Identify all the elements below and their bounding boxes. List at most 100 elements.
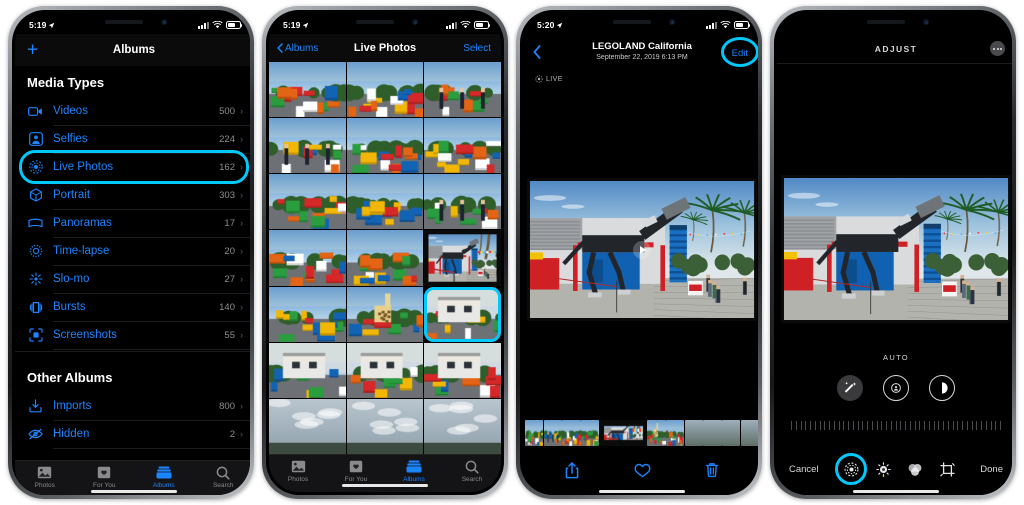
sidebar-item-screenshots[interactable]: Screenshots 55 › bbox=[15, 321, 250, 349]
live-photo-icon[interactable] bbox=[835, 453, 868, 485]
ruler-tick bbox=[862, 421, 864, 430]
photo-thumbnail[interactable] bbox=[346, 286, 424, 342]
ruler-tick bbox=[938, 421, 940, 430]
page-title: Albums bbox=[112, 44, 156, 56]
filmstrip-thumbnail[interactable] bbox=[647, 420, 666, 446]
chevron-right-icon: › bbox=[240, 429, 243, 439]
ruler-tick bbox=[791, 421, 792, 430]
sidebar-item-live-photos[interactable]: Live Photos 162 › bbox=[15, 150, 250, 184]
photo-thumbnail[interactable] bbox=[269, 230, 346, 286]
sidebar-item-label: Panoramas bbox=[53, 217, 112, 229]
tab-albums[interactable]: Albums bbox=[134, 465, 194, 489]
ruler-tick bbox=[914, 421, 916, 430]
sidebar-item-time-lapse[interactable]: Time-lapse 20 › bbox=[15, 237, 250, 265]
photo-thumbnail[interactable] bbox=[424, 398, 501, 454]
more-dots-icon[interactable] bbox=[990, 41, 1005, 56]
photo-thumbnail[interactable] bbox=[269, 398, 346, 454]
tab-photos[interactable]: Photos bbox=[15, 465, 75, 489]
sidebar-item-portrait[interactable]: Portrait 303 › bbox=[15, 181, 250, 209]
tab-search[interactable]: Search bbox=[194, 465, 251, 489]
crop-icon[interactable] bbox=[939, 461, 955, 477]
ruler-tick bbox=[805, 421, 807, 430]
photo-thumbnail[interactable] bbox=[424, 342, 501, 398]
sidebar-item-imports[interactable]: Imports 800 › bbox=[15, 392, 250, 420]
back-button[interactable] bbox=[533, 45, 541, 59]
photo-thumbnail[interactable] bbox=[269, 286, 346, 342]
ruler-tick bbox=[843, 421, 845, 430]
filmstrip-thumbnail[interactable] bbox=[599, 420, 647, 446]
filmstrip-thumbnail[interactable] bbox=[684, 420, 703, 446]
tab-for-you[interactable]: For You bbox=[327, 459, 385, 483]
photo-thumbnail[interactable] bbox=[269, 62, 346, 118]
tab-photos[interactable]: Photos bbox=[269, 459, 327, 483]
photo-thumbnail[interactable] bbox=[346, 174, 424, 230]
photo-thumbnail[interactable] bbox=[346, 230, 424, 286]
live-key-photo-icon[interactable] bbox=[883, 375, 909, 401]
selection-highlight-ring bbox=[720, 37, 758, 67]
filmstrip-thumbnail[interactable] bbox=[703, 420, 722, 446]
photo-thumbnail[interactable] bbox=[424, 62, 501, 118]
filmstrip-thumbnail[interactable] bbox=[740, 420, 758, 446]
wifi-icon bbox=[460, 21, 471, 29]
photo-thumbnail[interactable] bbox=[346, 62, 424, 118]
adjust-dial-icon[interactable] bbox=[875, 461, 891, 477]
sidebar-item-selfies[interactable]: Selfies 224 › bbox=[15, 125, 250, 153]
filmstrip-thumbnail[interactable] bbox=[722, 420, 741, 446]
filters-icon[interactable] bbox=[907, 461, 923, 477]
share-icon[interactable] bbox=[562, 460, 582, 480]
filmstrip-thumbnail[interactable] bbox=[666, 420, 685, 446]
tab-albums[interactable]: Albums bbox=[385, 459, 443, 483]
search-icon bbox=[214, 465, 232, 480]
location-arrow-icon bbox=[557, 22, 563, 28]
photo-thumbnail[interactable] bbox=[269, 118, 346, 174]
photo-filmstrip[interactable] bbox=[523, 420, 758, 446]
filmstrip-thumbnail[interactable] bbox=[562, 420, 581, 446]
portrait-cube-icon bbox=[27, 187, 44, 204]
sidebar-item-videos[interactable]: Videos 500 › bbox=[15, 97, 250, 125]
photo-grid[interactable] bbox=[269, 62, 501, 454]
sidebar-item-bursts[interactable]: Bursts 140 › bbox=[15, 293, 250, 321]
tab-label: Search bbox=[212, 482, 234, 489]
chevron-right-icon: › bbox=[240, 401, 243, 411]
photo-thumbnail[interactable] bbox=[424, 174, 501, 230]
magic-wand-icon[interactable] bbox=[837, 375, 863, 401]
sidebar-item-hidden[interactable]: Hidden 2 › bbox=[15, 420, 250, 448]
sidebar-item-panoramas[interactable]: Panoramas 17 › bbox=[15, 209, 250, 237]
live-badge[interactable]: LIVE bbox=[535, 75, 563, 83]
ruler-tick bbox=[848, 421, 849, 430]
trash-icon[interactable] bbox=[702, 460, 722, 480]
done-button[interactable]: Done bbox=[980, 464, 1003, 475]
photo-thumbnail[interactable] bbox=[346, 118, 424, 174]
photo-thumbnail[interactable] bbox=[346, 398, 424, 454]
photo-thumbnail[interactable] bbox=[424, 118, 501, 174]
back-to-albums-button[interactable]: Albums bbox=[277, 43, 318, 54]
photo-thumbnail[interactable] bbox=[269, 174, 346, 230]
photo-thumbnail[interactable] bbox=[269, 342, 346, 398]
play-icon[interactable] bbox=[633, 240, 651, 259]
photo-thumbnail[interactable] bbox=[346, 342, 424, 398]
photo-editor-canvas[interactable] bbox=[781, 175, 1011, 323]
cancel-button[interactable]: Cancel bbox=[789, 464, 819, 475]
select-button[interactable]: Select bbox=[463, 43, 491, 54]
ruler-tick bbox=[824, 421, 826, 430]
section-divider bbox=[15, 351, 250, 361]
ruler-tick bbox=[962, 421, 963, 430]
photo-thumbnail-selected[interactable] bbox=[424, 286, 501, 342]
filmstrip-thumbnail[interactable] bbox=[581, 420, 600, 446]
sidebar-item-slo-mo[interactable]: Slo-mo 27 › bbox=[15, 265, 250, 293]
portrait-lighting-icon[interactable] bbox=[929, 375, 955, 401]
tab-for-you[interactable]: For You bbox=[75, 465, 135, 489]
sidebar-item-label: Videos bbox=[53, 105, 88, 117]
detail-toolbar bbox=[523, 450, 758, 490]
photo-viewer[interactable] bbox=[527, 178, 757, 321]
wifi-icon bbox=[212, 21, 223, 29]
photo-thumbnail[interactable] bbox=[424, 230, 501, 286]
notch bbox=[587, 13, 697, 32]
adjustment-ruler[interactable] bbox=[791, 421, 1001, 432]
filmstrip-thumbnail[interactable] bbox=[525, 420, 544, 446]
add-album-button[interactable]: + bbox=[27, 41, 38, 60]
imports-icon bbox=[27, 398, 44, 415]
heart-icon[interactable] bbox=[632, 460, 652, 480]
tab-search[interactable]: Search bbox=[443, 459, 501, 483]
filmstrip-thumbnail[interactable] bbox=[543, 420, 562, 446]
